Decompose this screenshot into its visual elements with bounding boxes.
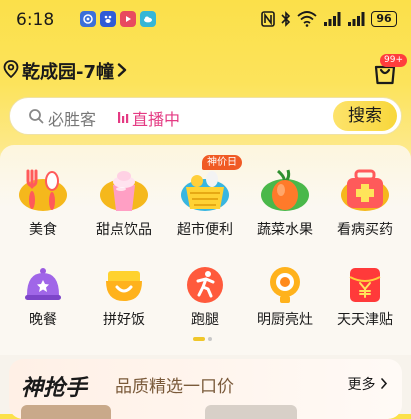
location-name: 乾成园-7幢	[22, 62, 114, 83]
live-streaming-tag[interactable]: 直播中	[117, 106, 180, 130]
category-item-fruit[interactable]: 蔬菜水果	[245, 165, 325, 239]
category-item-dinner[interactable]: 晚餐	[3, 265, 83, 329]
promo-tag: 神价日	[202, 155, 242, 170]
location-selector[interactable]: 乾成园-7幢	[3, 58, 127, 84]
category-label: 天天津贴	[337, 312, 393, 328]
notification-icons	[80, 11, 156, 27]
deal-item-thumbnail	[21, 405, 111, 419]
category-label: 明厨亮灶	[257, 312, 313, 328]
deal-item-thumbnail	[205, 405, 297, 419]
category-item-group-meal[interactable]: 拼好饭	[84, 265, 164, 329]
fruit-vegetable-icon	[260, 165, 310, 215]
page-indicator	[193, 337, 212, 341]
search-icon	[28, 108, 44, 128]
category-item-subsidy[interactable]: 天天津贴	[325, 265, 405, 329]
medicine-kit-icon	[340, 165, 390, 215]
category-label: 晚餐	[29, 312, 57, 328]
app-screen: 6:18 96 乾成园-7幢 99+ 必胜客 直播中 搜索 美食 甜点饮品 神价…	[0, 0, 411, 419]
category-label: 跑腿	[191, 312, 219, 328]
category-panel: 美食 甜点饮品 神价日 超市便利 蔬菜水果 看病买药 晚餐 拼好饭 跑腿 明厨亮…	[0, 145, 411, 355]
daily-subsidy-icon	[345, 265, 385, 305]
category-label: 超市便利	[177, 222, 233, 238]
category-label: 拼好饭	[103, 312, 145, 328]
kitchen-camera-icon	[265, 265, 305, 305]
deal-items-peek	[9, 405, 402, 419]
category-item-supermarket[interactable]: 神价日 超市便利	[165, 155, 245, 239]
food-utensils-icon	[18, 165, 68, 215]
category-item-food[interactable]: 美食	[3, 165, 83, 239]
category-label: 甜点饮品	[96, 222, 152, 238]
category-label: 看病买药	[337, 222, 393, 238]
category-item-errand[interactable]: 跑腿	[165, 265, 245, 329]
flash-deal-title: 神抢手	[21, 375, 88, 401]
battery-indicator: 96	[371, 11, 397, 27]
signal-2-icon	[347, 11, 365, 27]
live-label: 直播中	[132, 110, 181, 129]
location-pin-icon	[3, 60, 19, 82]
cloud-app-icon	[140, 11, 156, 27]
page-dot	[208, 337, 212, 341]
baidu-app-icon	[100, 11, 116, 27]
errand-runner-icon	[185, 265, 225, 305]
wifi-icon	[297, 11, 317, 27]
status-bar: 6:18 96	[0, 0, 411, 40]
security-app-icon	[80, 11, 96, 27]
video-app-icon	[120, 11, 136, 27]
chevron-right-icon	[380, 377, 388, 393]
category-item-dessert[interactable]: 甜点饮品	[84, 165, 164, 239]
category-label: 蔬菜水果	[257, 222, 313, 238]
more-link[interactable]: 更多	[348, 374, 388, 394]
signal-1-icon	[323, 11, 341, 27]
category-item-kitchen[interactable]: 明厨亮灶	[245, 265, 325, 329]
live-bars-icon	[117, 109, 129, 128]
search-input[interactable]: 必胜客	[48, 106, 96, 130]
cart-button[interactable]: 99+	[371, 54, 407, 86]
supermarket-basket-icon: 神价日	[180, 155, 242, 215]
category-item-medicine[interactable]: 看病买药	[325, 165, 405, 239]
chevron-right-icon	[117, 62, 127, 81]
more-label: 更多	[347, 377, 376, 393]
group-meal-icon	[104, 265, 144, 305]
cart-count-badge: 99+	[380, 54, 407, 67]
dinner-cloche-icon	[23, 265, 63, 305]
page-dot-active	[193, 337, 205, 341]
system-icons: 96	[261, 11, 397, 27]
nfc-icon	[261, 11, 275, 27]
search-bar[interactable]: 必胜客 直播中 搜索	[9, 97, 402, 135]
status-time: 6:18	[16, 10, 55, 30]
flash-deal-slogan: 品质精选一口价	[115, 377, 234, 397]
dessert-drink-icon	[99, 165, 149, 215]
shopping-bag-icon	[371, 65, 399, 90]
flash-deal-card[interactable]: 神抢手 品质精选一口价 更多	[9, 359, 402, 419]
bluetooth-icon	[281, 11, 291, 27]
search-button[interactable]: 搜索	[333, 101, 397, 131]
category-label: 美食	[29, 222, 57, 238]
